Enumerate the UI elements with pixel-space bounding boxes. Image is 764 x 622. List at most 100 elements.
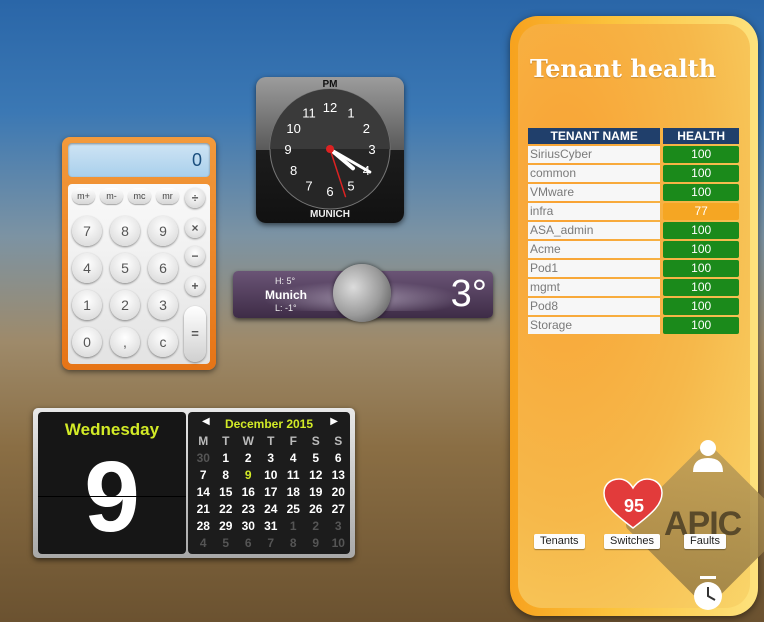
calc-key-2-1[interactable]: 2 — [110, 290, 140, 320]
calendar-month-panel: ◀ December 2015 ▶ M T W T F S S 30 1 2 3 4 5 6 7 8 9 10 11… — [188, 412, 350, 554]
tenant-name: common — [528, 165, 661, 182]
calendar-day-cell[interactable]: 8 — [282, 535, 305, 552]
calendar-day-cell[interactable]: 5 — [215, 535, 238, 552]
calendar-day-cell[interactable]: 30 — [192, 450, 215, 467]
calendar-day-cell[interactable]: 14 — [192, 484, 215, 501]
calendar-day-cell[interactable]: 9 — [305, 535, 328, 552]
calc-key-1-0[interactable]: 4 — [72, 253, 102, 283]
tenant-row[interactable]: mgmt 100 — [528, 279, 739, 296]
memory-key-3[interactable]: mr — [156, 188, 179, 204]
calendar-day-cell[interactable]: 5 — [305, 450, 328, 467]
calendar-day-cell[interactable]: 18 — [282, 484, 305, 501]
memory-key-1[interactable]: m- — [100, 188, 123, 204]
calendar-day-cell[interactable]: 30 — [237, 518, 260, 535]
calendar-day-cell[interactable]: 24 — [260, 501, 283, 518]
tenant-row[interactable]: Pod8 100 — [528, 298, 739, 315]
calendar-day-cell[interactable]: 19 — [305, 484, 328, 501]
calc-key-0-0[interactable]: 7 — [72, 216, 102, 246]
tenant-row[interactable]: ASA_admin 100 — [528, 222, 739, 239]
calendar-day-cell[interactable]: 1 — [215, 450, 238, 467]
tenants-button[interactable]: Tenants — [534, 534, 585, 549]
clock-city: MUNICH — [310, 209, 350, 220]
operator-key-0[interactable]: ÷ — [185, 188, 205, 208]
calendar-day-cell[interactable]: 2 — [237, 450, 260, 467]
calendar-day-cell[interactable]: 21 — [192, 501, 215, 518]
calc-key-1-2[interactable]: 6 — [148, 253, 178, 283]
tenant-row[interactable]: common 100 — [528, 165, 739, 182]
calendar-day-cell[interactable]: 4 — [192, 535, 215, 552]
calc-key-3-0[interactable]: 0 — [72, 327, 102, 357]
tenant-row[interactable]: infra 77 — [528, 203, 739, 220]
tenant-health-score: 100 — [663, 241, 739, 258]
calendar-day-cell[interactable]: 3 — [260, 450, 283, 467]
clock-widget: PM 121234567891011 MUNICH — [256, 77, 404, 223]
calendar-day-cell[interactable]: 16 — [237, 484, 260, 501]
equals-key[interactable]: = — [184, 306, 206, 362]
calendar-day-cell[interactable]: 11 — [282, 467, 305, 484]
calendar-day-cell[interactable]: 25 — [282, 501, 305, 518]
tenant-health-score: 100 — [663, 184, 739, 201]
tenant-health-score: 100 — [663, 298, 739, 315]
calendar-day-cell[interactable]: 8 — [215, 467, 238, 484]
calc-key-2-2[interactable]: 3 — [148, 290, 178, 320]
calendar-day-cell[interactable]: 20 — [327, 484, 350, 501]
calendar-day-cell[interactable]: 2 — [305, 518, 328, 535]
calendar-day-cell[interactable]: 23 — [237, 501, 260, 518]
operator-key-2[interactable]: − — [185, 246, 205, 266]
calendar-day-cell[interactable]: 15 — [215, 484, 238, 501]
weekday-header: T — [222, 434, 230, 448]
tenant-health-score: 77 — [663, 203, 739, 220]
calendar-day-cell[interactable]: 6 — [327, 450, 350, 467]
calc-key-3-2[interactable]: c — [148, 327, 178, 357]
calendar-day-cell[interactable]: 29 — [215, 518, 238, 535]
calc-key-2-0[interactable]: 1 — [72, 290, 102, 320]
calendar-day-cell[interactable]: 27 — [327, 501, 350, 518]
next-month-arrow-icon[interactable]: ▶ — [330, 416, 338, 427]
tenant-name: Acme — [528, 241, 661, 258]
calendar-day-cell[interactable]: 17 — [260, 484, 283, 501]
tenant-name: SiriusCyber — [528, 146, 661, 163]
calendar-day-cell[interactable]: 6 — [237, 535, 260, 552]
calc-key-3-1[interactable]: , — [110, 327, 140, 357]
calculator-display: 0 — [68, 143, 210, 177]
operator-key-1[interactable]: × — [185, 218, 205, 238]
clock-history-icon[interactable] — [690, 576, 726, 612]
calc-key-1-1[interactable]: 5 — [110, 253, 140, 283]
tenant-row[interactable]: VMware 100 — [528, 184, 739, 201]
calendar-day-cell[interactable]: 10 — [327, 535, 350, 552]
calendar-day-cell[interactable]: 1 — [282, 518, 305, 535]
tenant-health-score: 100 — [663, 222, 739, 239]
calendar-day-cell[interactable]: 7 — [260, 535, 283, 552]
clock-number: 3 — [368, 142, 375, 157]
calc-key-0-2[interactable]: 9 — [148, 216, 178, 246]
tenant-row[interactable]: Acme 100 — [528, 241, 739, 258]
calendar-day-cell[interactable]: 22 — [215, 501, 238, 518]
tenant-row[interactable]: SiriusCyber 100 — [528, 146, 739, 163]
calendar-day-cell[interactable]: 12 — [305, 467, 328, 484]
calendar-day-cell[interactable]: 4 — [282, 450, 305, 467]
memory-key-0[interactable]: m+ — [72, 188, 95, 204]
calendar-day-cell[interactable]: 10 — [260, 467, 283, 484]
operator-key-3[interactable]: + — [185, 276, 205, 296]
weather-high: H: 5° — [275, 276, 296, 286]
calendar-day-cell[interactable]: 31 — [260, 518, 283, 535]
memory-key-2[interactable]: mc — [128, 188, 151, 204]
calendar-day-cell[interactable]: 9 — [237, 467, 260, 484]
calendar-day-cell[interactable]: 7 — [192, 467, 215, 484]
tenant-row[interactable]: Pod1 100 — [528, 260, 739, 277]
faults-button[interactable]: Faults — [684, 534, 726, 549]
calendar-day-cell[interactable]: 28 — [192, 518, 215, 535]
flip-divider — [38, 496, 186, 497]
calendar-day-panel[interactable]: Wednesday 9 — [38, 412, 186, 554]
calc-key-0-1[interactable]: 8 — [110, 216, 140, 246]
calendar-day-cell[interactable]: 26 — [305, 501, 328, 518]
tenant-table: TENANT NAME HEALTH SiriusCyber 100 common 1… — [528, 128, 739, 336]
calendar-day-cell[interactable]: 13 — [327, 467, 350, 484]
user-icon[interactable] — [690, 436, 726, 474]
tenant-row[interactable]: Storage 100 — [528, 317, 739, 334]
weekday-header: S — [334, 434, 343, 448]
calendar-widget: Wednesday 9 ◀ December 2015 ▶ M T W T F S S 30 1… — [33, 408, 355, 558]
switches-button[interactable]: Switches — [604, 534, 661, 549]
column-header-tenant-name: TENANT NAME — [528, 128, 661, 144]
calendar-day-cell[interactable]: 3 — [327, 518, 350, 535]
